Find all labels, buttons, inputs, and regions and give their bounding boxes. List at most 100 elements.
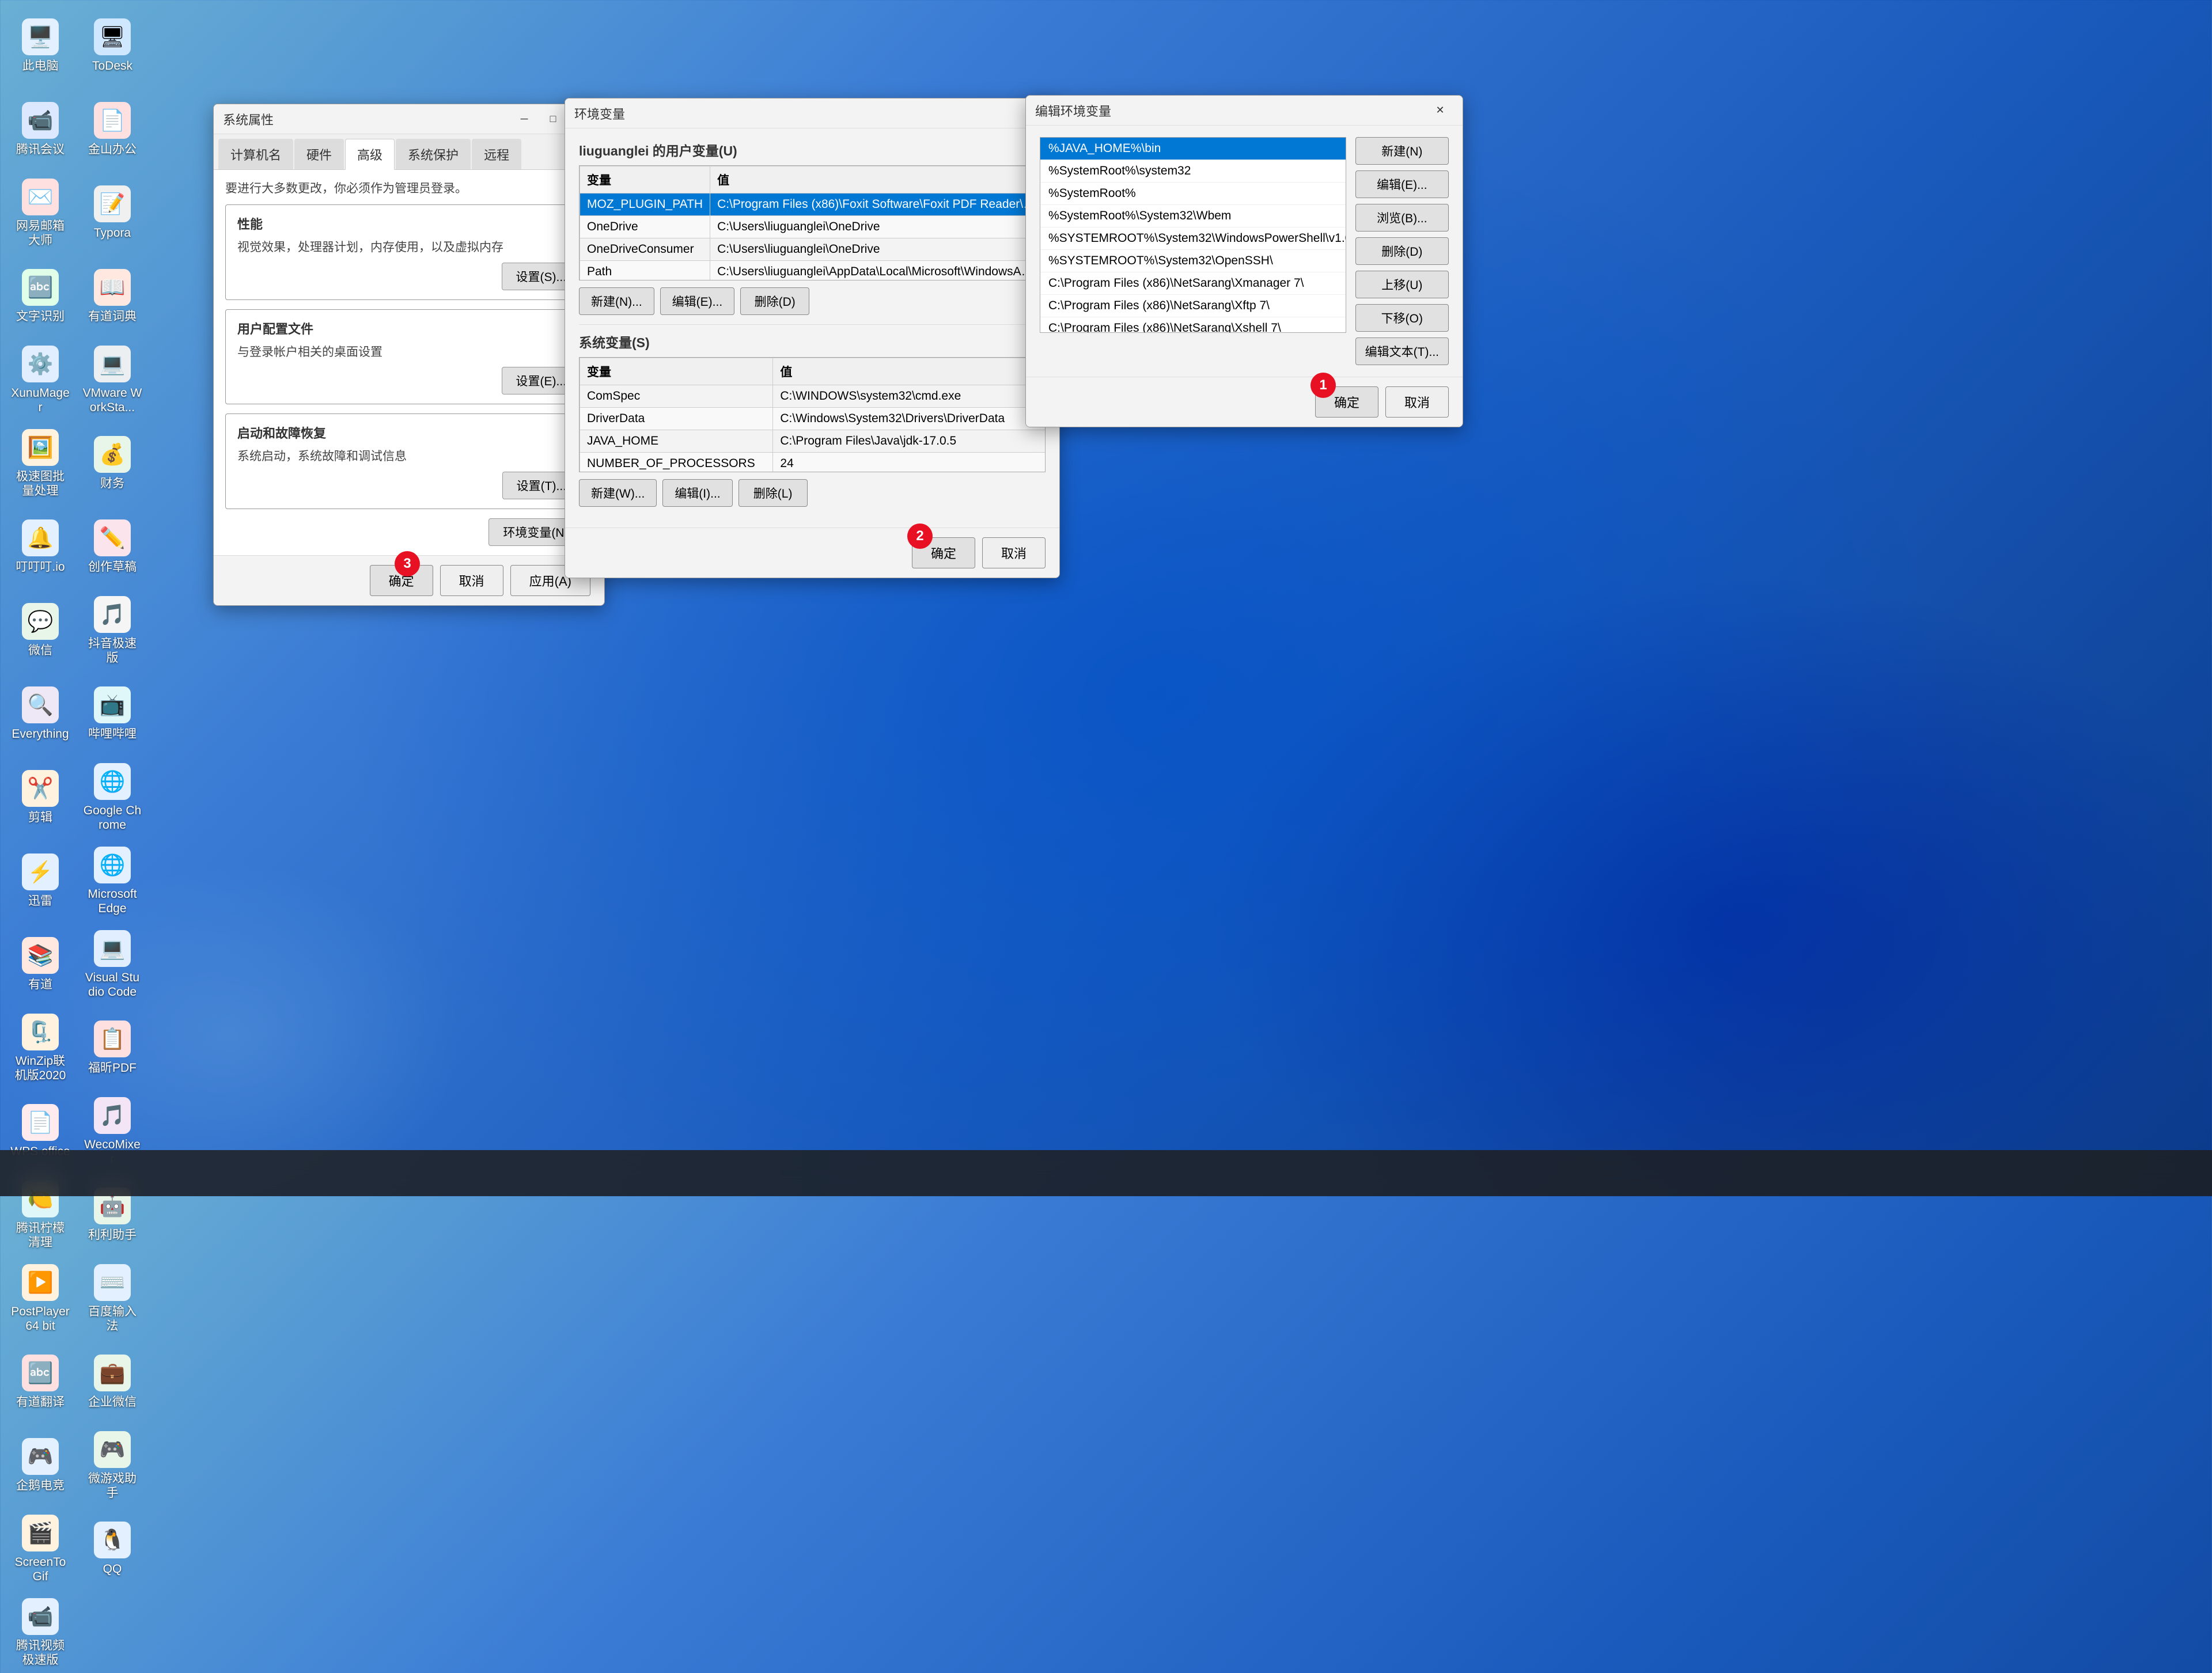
desktop-icon-7[interactable]: 🔤 文字识别 [6,256,75,337]
tab-system-protection[interactable]: 系统保护 [396,139,471,169]
sys-var-row[interactable]: JAVA_HOMEC:\Program Files\Java\jdk-17.0.… [580,430,1046,453]
desktop-icon-15[interactable]: 💬 微信 [6,590,75,671]
userprofile-desc: 与登录帐户相关的桌面设置 [237,343,581,362]
tab-computer-name[interactable]: 计算机名 [218,139,293,169]
desktop-icon-11[interactable]: 🖼️ 极速图批量处理 [6,423,75,504]
sysprop-minimize-button[interactable]: ─ [511,110,537,128]
editenv-list[interactable]: %JAVA_HOME%\bin%SystemRoot%\system32%Sys… [1040,137,1346,333]
sys-delete-button[interactable]: 删除(L) [738,479,808,507]
sys-var-row[interactable]: NUMBER_OF_PROCESSORS24 [580,453,1046,473]
user-edit-button[interactable]: 编辑(E)... [660,287,735,315]
editenv-list-item[interactable]: %JAVA_HOME%\bin [1040,138,1346,160]
user-var-row[interactable]: MOZ_PLUGIN_PATHC:\Program Files (x86)\Fo… [580,194,1045,216]
desktop-icon-36[interactable]: 🎮 微游戏助手 [78,1425,147,1506]
editenv-titlebar: 编辑环境变量 ✕ [1026,96,1463,126]
desktop-icon-14[interactable]: ✏️ 创作草稿 [78,507,147,587]
desktop-icon-16[interactable]: 🎵 抖音极速版 [78,590,147,671]
user-var-row[interactable]: PathC:\Users\liuguanglei\AppData\Local\M… [580,261,1045,281]
desktop-icon-12[interactable]: 💰 财务 [78,423,147,504]
sys-new-button[interactable]: 新建(W)... [579,479,657,507]
user-var-row[interactable]: OneDriveConsumerC:\Users\liuguanglei\One… [580,238,1045,261]
editenv-right-btn[interactable]: 上移(U) [1355,271,1449,298]
user-vars-table: 变量 值 MOZ_PLUGIN_PATHC:\Program Files (x8… [579,166,1045,280]
editenv-action-btns: 确定 取消 1 [1026,377,1463,427]
editenv-list-item[interactable]: C:\Program Files (x86)\NetSarang\Xftp 7\ [1040,295,1346,317]
desktop-icon-24[interactable]: 💻 Visual Studio Code [78,924,147,1005]
desktop-icon-19[interactable]: ✂️ 剪辑 [6,757,75,838]
sys-edit-button[interactable]: 编辑(I)... [662,479,732,507]
sysprop-maximize-button[interactable]: □ [540,110,566,128]
user-var-name: Path [580,261,710,281]
desktop-icon-3[interactable]: 📹 腾讯会议 [6,89,75,170]
sys-var-name: ComSpec [580,385,773,408]
editenv-list-item[interactable]: %SystemRoot%\System32\Wbem [1040,205,1346,227]
desktop-icon-37[interactable]: 🎬 ScreenToGif [6,1509,75,1589]
user-delete-button[interactable]: 删除(D) [740,287,809,315]
sysprop-cancel-button[interactable]: 取消 [440,565,503,596]
desktop-icon-34[interactable]: 💼 企业微信 [78,1342,147,1422]
editenv-right-btn[interactable]: 编辑文本(T)... [1355,337,1449,365]
desktop-icon-20[interactable]: 🌐 Google Chrome [78,757,147,838]
sysprop-titlebar: 系统属性 ─ □ ✕ [214,104,604,134]
user-var-value: C:\Users\liuguanglei\OneDrive [710,216,1045,238]
sys-vars-title: 系统变量(S) [579,332,1046,351]
editenv-right-btn[interactable]: 浏览(B)... [1355,204,1449,232]
editenv-cancel-button[interactable]: 取消 [1385,386,1449,418]
envvar-cancel-button[interactable]: 取消 [982,537,1046,568]
user-var-name: OneDrive [580,216,710,238]
editenv-list-item[interactable]: C:\Program Files (x86)\NetSarang\Xshell … [1040,317,1346,333]
desktop-icon-21[interactable]: ⚡ 迅雷 [6,841,75,921]
desktop-icon-6[interactable]: 📝 Typora [78,173,147,253]
user-vars-btn-row: 新建(N)... 编辑(E)... 删除(D) [579,287,1046,315]
userprofile-title: 用户配置文件 [237,319,581,337]
desktop-icon-17[interactable]: 🔍 Everything [6,674,75,754]
sys-vars-btn-row: 新建(W)... 编辑(I)... 删除(L) [579,479,1046,507]
startup-title: 启动和故障恢复 [237,423,581,442]
desktop-icon-39[interactable]: 📹 腾讯视频极速版 [6,1592,75,1673]
desktop-icon-31[interactable]: ▶️ PostPlayer 64 bit [6,1258,75,1339]
desktop-icon-8[interactable]: 📖 有道词典 [78,256,147,337]
desktop-icon-10[interactable]: 💻 VMware WorkSta... [78,340,147,420]
tab-remote[interactable]: 远程 [472,139,521,169]
tab-advanced[interactable]: 高级 [345,139,395,170]
tab-hardware[interactable]: 硬件 [294,139,344,169]
envvar-window: 环境变量 ✕ liuguanglei 的用户变量(U) 变量 值 MOZ_PLU… [565,98,1060,578]
editenv-list-item[interactable]: %SYSTEMROOT%\System32\WindowsPowerShell\… [1040,227,1346,250]
userprofile-section: 用户配置文件 与登录帐户相关的桌面设置 设置(E)... [225,309,593,405]
editenv-right-btn[interactable]: 删除(D) [1355,237,1449,265]
sys-var-col-name: 变量 [580,358,773,385]
user-new-button[interactable]: 新建(N)... [579,287,654,315]
desktop-icon-33[interactable]: 🔤 有道翻译 [6,1342,75,1422]
editenv-close-button[interactable]: ✕ [1427,101,1453,120]
editenv-list-item[interactable]: %SystemRoot%\system32 [1040,160,1346,183]
editenv-right-btn[interactable]: 编辑(E)... [1355,170,1449,198]
editenv-list-item[interactable]: %SYSTEMROOT%\System32\OpenSSH\ [1040,250,1346,272]
desktop-icon-13[interactable]: 🔔 叮叮叮.io [6,507,75,587]
editenv-right-btn[interactable]: 新建(N) [1355,137,1449,165]
desktop-icon-18[interactable]: 📺 哔哩哔哩 [78,674,147,754]
desktop-icon-22[interactable]: 🌐 Microsoft Edge [78,841,147,921]
sys-vars-table: 变量 值 ComSpecC:\WINDOWS\system32\cmd.exeD… [579,358,1046,472]
desktop-icon-35[interactable]: 🎮 企鹅电竞 [6,1425,75,1506]
desktop-icon-5[interactable]: ✉️ 网易邮箱大师 [6,173,75,253]
desktop-icon-1[interactable]: 🖥️ 此电脑 [6,6,75,86]
sys-vars-table-container[interactable]: 变量 值 ComSpecC:\WINDOWS\system32\cmd.exeD… [579,357,1046,472]
desktop-icon-4[interactable]: 📄 金山办公 [78,89,147,170]
sys-var-row[interactable]: ComSpecC:\WINDOWS\system32\cmd.exe [580,385,1046,408]
editenv-list-item[interactable]: %SystemRoot% [1040,183,1346,205]
env-divider [579,324,1046,325]
desktop-icon-23[interactable]: 📚 有道 [6,924,75,1005]
desktop-icon-32[interactable]: ⌨️ 百度输入法 [78,1258,147,1339]
desktop-icon-9[interactable]: ⚙️ XunuMager [6,340,75,420]
desktop-icon-25[interactable]: 🗜️ WinZip联机版2020 [6,1008,75,1088]
sys-var-row[interactable]: DriverDataC:\Windows\System32\Drivers\Dr… [580,408,1046,430]
user-var-row[interactable]: OneDriveC:\Users\liuguanglei\OneDrive [580,216,1045,238]
desktop-icon-38[interactable]: 🐧 QQ [78,1509,147,1589]
editenv-right-btn[interactable]: 下移(O) [1355,304,1449,332]
desktop-icon-26[interactable]: 📋 福昕PDF [78,1008,147,1088]
taskbar [0,1150,2212,1196]
editenv-list-item[interactable]: C:\Program Files (x86)\NetSarang\Xmanage… [1040,272,1346,295]
user-vars-table-container[interactable]: 变量 值 MOZ_PLUGIN_PATHC:\Program Files (x8… [579,165,1046,280]
user-vars-title: liuguanglei 的用户变量(U) [579,140,1046,160]
desktop-icon-2[interactable]: 🖥 ToDesk [78,6,147,86]
